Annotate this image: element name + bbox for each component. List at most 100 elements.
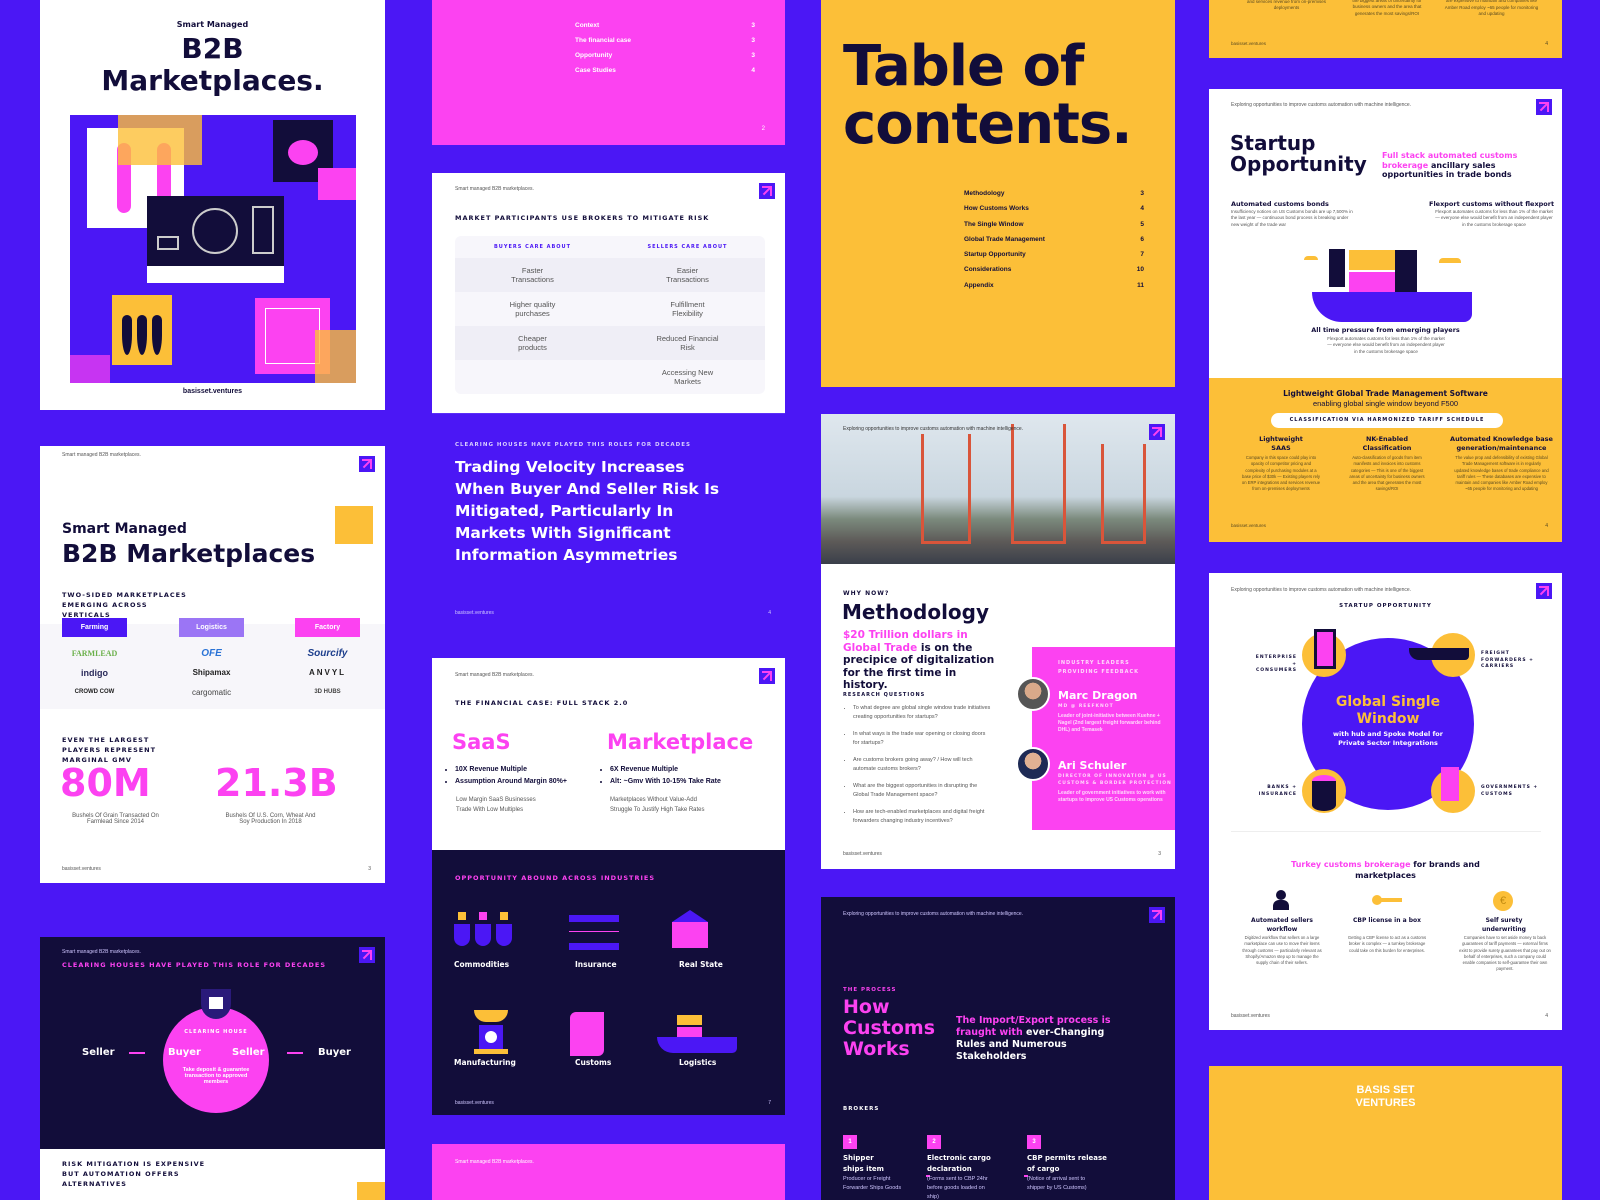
buyer-cell: Higher quality purchases <box>509 300 556 318</box>
cover-page: Smart Managed B2B Marketplaces. basisset… <box>40 0 385 410</box>
external-link-icon[interactable] <box>1149 424 1165 440</box>
toc-label: Appendix <box>964 281 994 289</box>
apple-icon <box>288 140 318 165</box>
toc-item[interactable]: The financial case 3 <box>575 37 755 52</box>
col-desc: Company in this space could play into op… <box>1241 455 1321 492</box>
saas-bullets: 10X Revenue Multiple Assumption Around M… <box>445 764 567 788</box>
toc-title-line2: contents. <box>843 92 1133 157</box>
toc-item[interactable]: The Single Window 5 <box>964 221 1144 236</box>
vertical-tab-factory[interactable]: Factory <box>295 618 360 637</box>
smart-b2b-page: Smart managed B2B marketplaces. Smart Ma… <box>40 446 385 883</box>
how-customs-works-page: Exploring opportunities to improve custo… <box>821 897 1175 1200</box>
spoke-enterprise[interactable] <box>1302 629 1346 677</box>
header-note: Smart managed B2B marketplaces. <box>455 672 534 678</box>
spoke-label: BANKS + INSURANCE <box>1258 785 1297 797</box>
cover-title-line1: B2B <box>181 32 244 65</box>
process-step: 1 Shipper ships item Producer or Freight… <box>843 1135 923 1193</box>
vertical-tab-farming[interactable]: Farming <box>62 618 127 637</box>
toc-item[interactable]: Startup Opportunity 7 <box>964 251 1144 266</box>
toc-item[interactable]: Context 3 <box>575 22 755 37</box>
container <box>677 1027 702 1037</box>
avatar-marc-dragon[interactable] <box>1016 677 1050 711</box>
financial-case-page: Smart managed B2B marketplaces. THE FINA… <box>432 658 785 850</box>
card-icon <box>157 236 179 250</box>
toc-label: Global Trade Management <box>964 235 1045 243</box>
arrow-icon <box>129 1052 145 1054</box>
person-name: Marc Dragon <box>1058 689 1138 702</box>
bud <box>500 912 508 920</box>
toc-page: 3 <box>1140 190 1144 197</box>
avatar-ari-schuler[interactable] <box>1016 747 1050 781</box>
spoke-government[interactable] <box>1431 767 1475 813</box>
clearing-house-page: Smart managed B2B marketplaces. CLEARING… <box>40 937 385 1200</box>
external-link-icon[interactable] <box>359 456 375 472</box>
smart-title: B2B Marketplaces <box>62 539 316 568</box>
toc-page: 11 <box>1137 281 1144 289</box>
toc-page: 6 <box>1140 235 1144 243</box>
toc-label: Considerations <box>964 266 1012 274</box>
vertical-tab-logistics[interactable]: Logistics <box>179 618 244 637</box>
external-link-icon[interactable] <box>1536 99 1552 115</box>
page-number: 4 <box>1545 1013 1548 1019</box>
toc-page: 5 <box>1140 220 1144 228</box>
hull <box>657 1037 737 1053</box>
footer: basisset.ventures <box>1231 523 1267 528</box>
external-link-icon[interactable] <box>1536 583 1552 599</box>
clearing-circle <box>163 1007 269 1113</box>
page-number: 7 <box>768 1100 771 1106</box>
header-note: Exploring opportunities to improve custo… <box>843 911 1024 917</box>
page-number: 4 <box>1545 523 1548 529</box>
header-note: Smart managed B2B marketplaces. <box>62 949 141 955</box>
left-title: Automated customs bonds <box>1231 200 1329 208</box>
classification-pill[interactable]: CLASSIFICATION VIA HARMONIZED TARIFF SCH… <box>1271 413 1503 428</box>
toc-page: 3 <box>751 52 755 59</box>
toc-label: Case Studies <box>575 67 616 74</box>
smart-kicker: Smart Managed <box>62 521 187 537</box>
logo-cargomatic: cargomatic <box>191 688 232 697</box>
lead-highlight: Turkey customs brokerage <box>1291 860 1411 869</box>
customs-kicker: THE PROCESS <box>843 987 897 993</box>
toc-label: The financial case <box>575 37 631 44</box>
verticals-heading: TWO-SIDED MARKETPLACES EMERGING ACROSS V… <box>62 591 187 619</box>
external-link-icon[interactable] <box>759 668 775 684</box>
question: How are tech-enabled marketplaces and di… <box>853 808 993 825</box>
crane <box>1101 444 1146 544</box>
left-seller: Seller <box>82 1047 115 1058</box>
hub-title: Global Single Window <box>1335 694 1441 727</box>
toc-item[interactable]: Methodology 3 <box>964 190 1144 205</box>
toc-item[interactable]: Global Trade Management 6 <box>964 236 1144 251</box>
external-link-icon[interactable] <box>1149 907 1165 923</box>
toc-label: Context <box>575 22 600 29</box>
bowl <box>474 1010 508 1022</box>
toc-page: 3 <box>751 22 755 29</box>
toc-item[interactable]: Opportunity 3 <box>575 52 755 67</box>
spoke-freight[interactable] <box>1409 633 1475 677</box>
brokers-table: BUYERS CARE ABOUT SELLERS CARE ABOUT Fas… <box>455 236 765 394</box>
spoke-banks[interactable] <box>1302 769 1346 813</box>
toc-page: 4 <box>1140 205 1144 213</box>
feature-title: Automated sellers workflow <box>1251 917 1313 933</box>
feature-desc: Companies have to set aside money to bac… <box>1459 935 1551 972</box>
external-link-icon[interactable] <box>359 947 375 963</box>
carrot-icon <box>137 315 147 355</box>
toc-label: Opportunity <box>575 52 613 59</box>
marketplace-title: Marketplace <box>607 730 754 754</box>
panel-heading: INDUSTRY LEADERS PROVIDING FEEDBACK <box>1058 660 1140 675</box>
gtm-partial-page: modules at a base price of $30k — Existi… <box>1209 0 1562 58</box>
spoke-label: FREIGHT FORWARDERS + CARRIERS <box>1481 651 1534 669</box>
bullet: Assumption Around Margin 80%+ <box>455 776 567 788</box>
crane <box>1011 424 1066 544</box>
question: In what ways is the trade war opening or… <box>853 730 993 747</box>
cover-illustration <box>70 115 356 383</box>
toc-item[interactable]: Case Studies 4 <box>575 67 755 82</box>
logo-ofe: OFE <box>201 648 222 659</box>
cover-title-line2: Marketplaces. <box>101 64 324 97</box>
toc-item[interactable]: How Customs Works 4 <box>964 205 1144 220</box>
logo-crowdcow: CROWD COW <box>74 689 115 695</box>
carrot-icon <box>152 315 162 355</box>
cloud <box>1439 258 1461 263</box>
buyer-cell: Cheaper products <box>518 334 547 352</box>
toc-item[interactable]: Appendix 11 <box>964 282 1144 297</box>
external-link-icon[interactable] <box>759 183 775 199</box>
toc-item[interactable]: Considerations 10 <box>964 266 1144 281</box>
